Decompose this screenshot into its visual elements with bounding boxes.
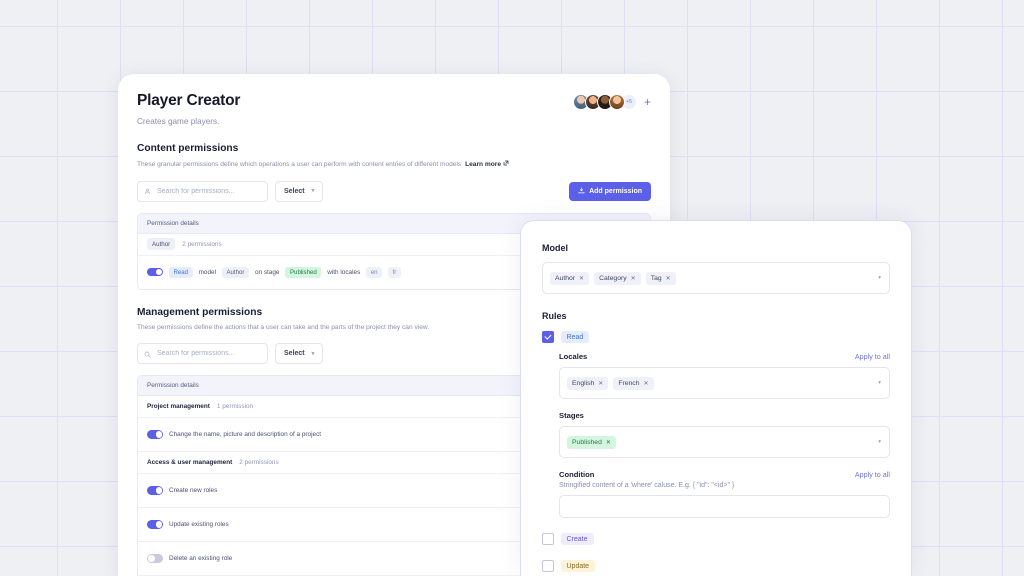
stage-chip-label: Published: [572, 438, 602, 446]
permission-action-badge: Read: [169, 266, 193, 278]
add-permission-icon: [578, 186, 585, 196]
model-chip[interactable]: Category ✕: [594, 271, 641, 285]
page-title: Player Creator: [137, 92, 241, 109]
management-group-label: Access & user management: [147, 459, 233, 467]
model-label: Model: [542, 243, 568, 253]
stages-multiselect[interactable]: Published ✕ ▾: [559, 426, 890, 458]
content-permission-group-count: 2 permissions: [182, 240, 222, 248]
stage-chip[interactable]: Published ✕: [567, 435, 616, 449]
model-multiselect[interactable]: Author ✕ Category ✕ Tag ✕ ▾: [542, 262, 890, 294]
content-permissions-toolbar: Select ▾ Add permission: [118, 180, 670, 202]
content-select-label: Select: [284, 187, 305, 195]
locales-label: Locales: [559, 352, 588, 361]
content-select-dropdown[interactable]: Select ▾: [275, 180, 324, 202]
add-permission-label: Add permission: [589, 187, 642, 195]
remove-chip-icon[interactable]: ✕: [666, 275, 671, 282]
rule-update-row: Update: [542, 560, 890, 572]
chevron-down-icon[interactable]: ▾: [878, 275, 881, 281]
rule-read-checkbox[interactable]: [542, 331, 554, 343]
rule-update-checkbox[interactable]: [542, 560, 554, 572]
model-chip-label: Tag: [650, 274, 662, 282]
avatar-group[interactable]: +5 +: [572, 94, 651, 110]
locale-chip[interactable]: French ✕: [613, 376, 654, 390]
locale-chip[interactable]: English ✕: [567, 376, 609, 390]
management-permission-label: Create new roles: [169, 487, 218, 495]
person-icon: [144, 182, 151, 200]
management-permission-label: Change the name, picture and description…: [169, 431, 322, 439]
chevron-down-icon: ▾: [311, 188, 315, 195]
management-select-dropdown[interactable]: Select ▾: [275, 343, 324, 365]
rule-read-body: Locales Apply to all English ✕ French ✕ …: [542, 352, 890, 518]
rules-panel: Model Author ✕ Category ✕ Tag ✕ ▾ Rules …: [520, 220, 912, 576]
management-group-count: 2 permissions: [239, 459, 279, 467]
learn-more-link[interactable]: Learn more: [465, 161, 501, 168]
locales-field-head: Locales Apply to all: [559, 352, 890, 361]
remove-chip-icon[interactable]: ✕: [579, 275, 584, 282]
permission-word-model: model: [198, 268, 216, 276]
locales-apply-to-all-link[interactable]: Apply to all: [855, 352, 890, 361]
external-link-icon: [503, 160, 509, 168]
chevron-down-icon[interactable]: ▾: [878, 380, 881, 386]
remove-chip-icon[interactable]: ✕: [598, 380, 603, 387]
content-search-input[interactable]: [155, 186, 261, 196]
management-permission-toggle[interactable]: [147, 486, 163, 495]
permission-word-locales: with locales: [327, 268, 361, 276]
condition-hint: Stringified content of a 'where' caluse.…: [559, 482, 735, 489]
card-header: Player Creator +5 +: [118, 74, 670, 110]
rule-create-badge: Create: [560, 533, 594, 545]
condition-apply-to-all-link[interactable]: Apply to all: [855, 470, 890, 479]
page-subtitle: Creates game players.: [137, 117, 220, 126]
management-permission-toggle[interactable]: [147, 554, 163, 563]
content-permission-group-chip: Author: [147, 238, 176, 251]
stages-label: Stages: [559, 411, 584, 420]
content-search-box[interactable]: [137, 180, 268, 202]
permission-locale-chip: fr: [388, 266, 401, 278]
rule-update-badge: Update: [560, 560, 596, 572]
permission-stage-chip: Published: [285, 266, 322, 278]
rule-create-row: Create: [542, 533, 890, 545]
content-permissions-table-header-label: Permission details: [147, 219, 199, 227]
condition-input[interactable]: [559, 495, 890, 518]
remove-chip-icon[interactable]: ✕: [606, 439, 611, 446]
management-permission-toggle[interactable]: [147, 430, 163, 439]
remove-chip-icon[interactable]: ✕: [631, 275, 636, 282]
management-group-count: 1 permission: [216, 403, 254, 411]
add-member-button[interactable]: +: [644, 96, 651, 108]
stages-field-head: Stages: [559, 411, 890, 420]
rule-read-badge: Read: [560, 331, 590, 343]
permission-word-stage: on stage: [254, 268, 280, 276]
model-chip[interactable]: Author ✕: [550, 271, 590, 285]
remove-chip-icon[interactable]: ✕: [643, 380, 648, 387]
model-chip[interactable]: Tag ✕: [645, 271, 676, 285]
chevron-down-icon: ▾: [311, 350, 315, 357]
management-permission-toggle[interactable]: [147, 520, 163, 529]
content-permissions-description: These granular permissions define which …: [118, 160, 670, 170]
management-search-input[interactable]: [155, 349, 261, 359]
add-permission-button[interactable]: Add permission: [569, 181, 651, 201]
locale-chip-label: English: [572, 379, 595, 387]
rule-create-checkbox[interactable]: [542, 533, 554, 545]
chevron-down-icon[interactable]: ▾: [878, 439, 881, 445]
locale-chip-label: French: [618, 379, 640, 387]
permission-model-chip: Author: [221, 266, 249, 278]
rule-read-row: Read: [542, 331, 890, 343]
condition-label: Condition: [559, 470, 595, 479]
condition-field-head: Condition Apply to all: [559, 470, 890, 479]
permission-locale-chip: en: [366, 266, 383, 278]
management-permission-label: Delete an existing role: [169, 555, 233, 563]
management-search-box[interactable]: [137, 343, 268, 365]
content-permissions-description-text: These granular permissions define which …: [137, 161, 462, 168]
content-permission-toggle[interactable]: [147, 267, 163, 277]
locales-multiselect[interactable]: English ✕ French ✕ ▾: [559, 367, 890, 399]
search-icon: [144, 345, 151, 363]
management-permissions-table-header-label: Permission details: [147, 382, 199, 390]
content-permissions-title: Content permissions: [137, 143, 239, 154]
management-permission-label: Update existing roles: [169, 521, 229, 529]
avatar[interactable]: [608, 94, 625, 110]
management-group-label: Project management: [147, 403, 210, 411]
model-chip-label: Category: [599, 274, 627, 282]
rules-label: Rules: [542, 311, 567, 321]
model-chip-label: Author: [555, 274, 576, 282]
management-select-label: Select: [284, 350, 305, 358]
